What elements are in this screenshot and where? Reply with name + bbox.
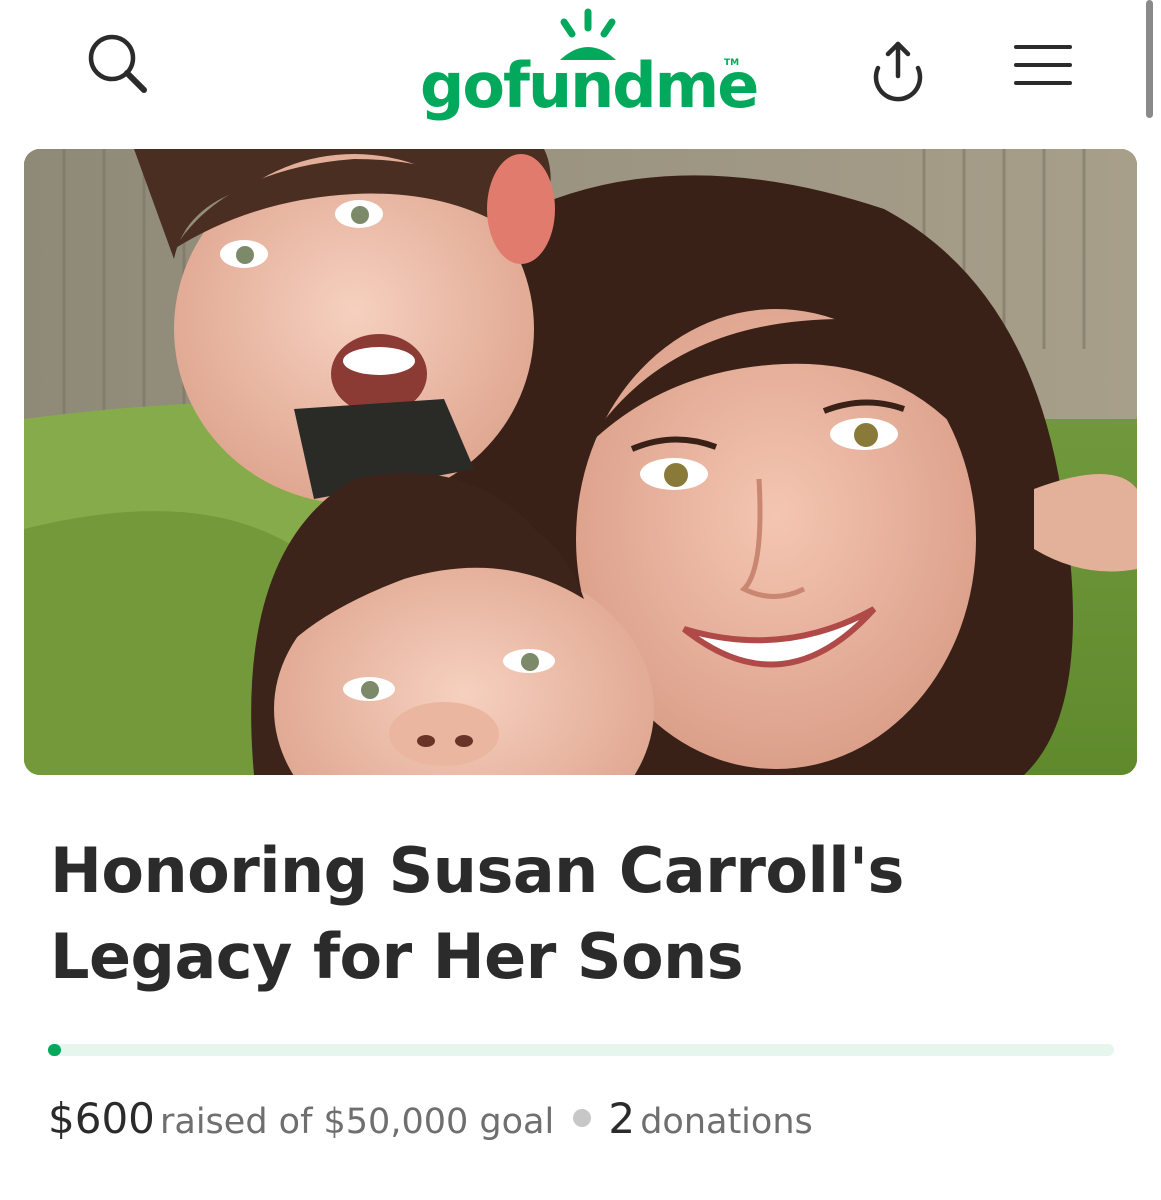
logo-trademark: TM — [724, 58, 740, 68]
scrollbar-thumb[interactable] — [1146, 0, 1153, 118]
share-button[interactable] — [864, 34, 932, 102]
campaign-title: Honoring Susan Carroll's Legacy for Her … — [50, 834, 904, 993]
progress-bar-fill — [48, 1044, 61, 1056]
gofundme-logo[interactable]: gofundme TM — [420, 8, 759, 128]
share-icon — [873, 41, 923, 102]
campaign-photo[interactable] — [24, 149, 1137, 775]
fundraising-stats: $600 raised of $50,000 goal 2 donations — [48, 1094, 1128, 1154]
campaign-photo-illustration — [24, 149, 1137, 775]
search-icon — [88, 34, 147, 93]
separator-dot — [573, 1109, 592, 1127]
hamburger-menu-icon — [1014, 45, 1072, 85]
raised-amount: $600 — [48, 1094, 155, 1143]
menu-button[interactable] — [1012, 40, 1074, 90]
raised-goal-label: raised of $50,000 goal — [159, 1102, 555, 1142]
donations-count[interactable]: 2 — [608, 1094, 635, 1143]
top-navigation-bar: gofundme TM — [0, 0, 1161, 140]
logo-wordmark: gofundme — [420, 49, 759, 122]
fundraising-progress-bar — [48, 1044, 1114, 1056]
donations-label[interactable]: donations — [640, 1102, 813, 1142]
search-button[interactable] — [84, 30, 152, 98]
